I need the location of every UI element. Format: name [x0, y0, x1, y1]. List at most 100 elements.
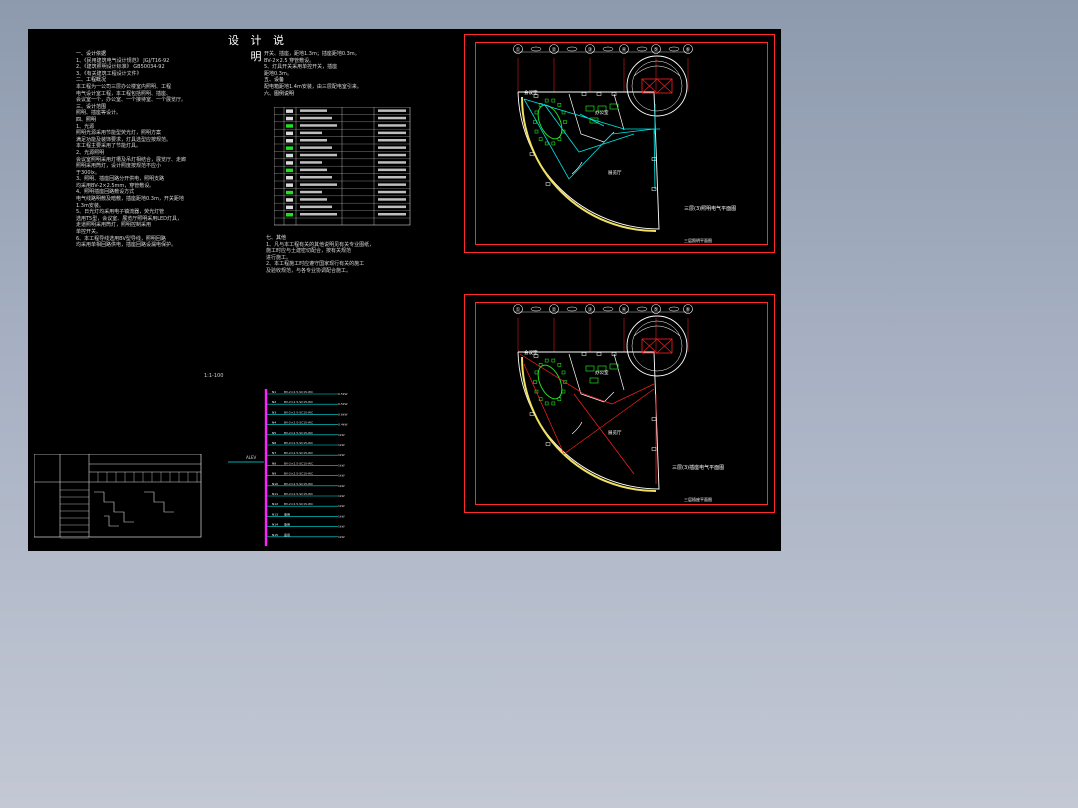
circuit-load: 1kW	[338, 484, 345, 488]
dimension-mark	[636, 46, 648, 52]
legend-symbol	[286, 146, 293, 150]
note-line: 5、灯具开关采用单控开关，插座	[264, 64, 338, 71]
legend-text-bar	[300, 124, 337, 127]
circuit-row: N1 BV-2×2.5-SC15-WC 0.5kW	[267, 390, 348, 396]
stair-core	[641, 78, 673, 94]
fixture	[596, 92, 602, 96]
legend-text-bar	[378, 198, 406, 201]
circuit-desc: BV-2×2.5-SC15-WC	[284, 461, 313, 465]
axis-label: ④	[622, 47, 627, 53]
circuit-id: N7	[272, 451, 276, 455]
fixture	[545, 182, 551, 186]
design-notes-left: 一、设计依据 1、《民用建筑电气设计规范》 JGJ/T16-92 2、《建筑照明设计…	[76, 51, 186, 249]
floor-plan-bottom: ① ② ③ ④ ⑤ ⑥ 会议室展览厅 办公室	[513, 304, 693, 492]
legend-symbol	[286, 168, 293, 173]
circuit-row: N9 BV-2×2.5-SC15-WC 1kW	[267, 472, 345, 478]
note-line: 电气线路明敷及暗敷，插座距地0.3m，开关距地	[76, 196, 184, 203]
note-heading: 七、其他	[266, 235, 287, 241]
dimension-mark	[530, 46, 542, 52]
chair	[534, 370, 539, 375]
chair	[551, 98, 556, 103]
legend-symbol	[286, 153, 293, 158]
note-line: 单控开关。	[76, 229, 102, 236]
scale-note: 1:1-100	[204, 373, 224, 379]
circuit-id: N5	[272, 431, 276, 435]
note-heading: 二、工程概况	[76, 77, 107, 84]
circuit-desc: BV-2×2.5-SC15-WC	[284, 390, 313, 394]
room-label: 会议室	[524, 349, 538, 356]
circuit-id: N15	[272, 533, 278, 537]
note-heading: 五、设备	[264, 77, 285, 84]
circuit-load: 1kW	[338, 474, 345, 478]
circuit-id: N10	[272, 482, 278, 486]
axis-label: ⑤	[654, 47, 658, 53]
legend-symbol	[286, 213, 293, 217]
chair	[561, 389, 566, 394]
legend-symbol	[286, 176, 293, 180]
legend-text-bar	[300, 116, 332, 120]
axis-label: ③	[588, 47, 592, 53]
circuit-load: 0.4kW	[338, 423, 348, 427]
desk	[585, 105, 595, 112]
legend-text-bar	[378, 190, 406, 194]
dimension-mark	[668, 306, 680, 312]
chair	[544, 141, 549, 146]
circuit-id: N11	[272, 492, 278, 496]
room-label: 办公室	[595, 109, 609, 116]
legend-text-bar	[378, 116, 406, 120]
axis-label: ①	[516, 47, 521, 53]
legend-text-bar	[300, 146, 332, 149]
legend-text-bar	[378, 168, 406, 172]
room-label: 会议室	[524, 89, 538, 96]
chair	[534, 129, 539, 134]
circuit-row: N12 BV-2×2.5-SC15-WC 1kW	[267, 502, 345, 508]
panel-label: ALEV	[246, 455, 256, 460]
fixture	[596, 352, 602, 356]
circuit-row: N14 备用 1kW	[267, 522, 345, 529]
note-line: 开关、插座，距地1.3m；插座距地0.3m。	[264, 51, 360, 57]
desk	[589, 377, 599, 384]
circuit-desc: BV-2×2.5-SC15-WC	[284, 400, 313, 404]
legend-text-bar	[300, 153, 337, 157]
circuit-load: 1kW	[338, 433, 345, 437]
legend-text-bar	[378, 183, 406, 186]
chair	[557, 102, 562, 107]
fixture	[581, 92, 587, 96]
legend-symbol	[286, 198, 293, 202]
circuit-desc: BV-2×2.5-SC15-WC	[284, 472, 313, 476]
socket-wiring	[519, 353, 657, 484]
system-table	[34, 454, 202, 539]
circuit-load: 1kW	[338, 453, 345, 457]
note-heading: 四、照明	[76, 116, 97, 123]
circuit-row: N4 BV-2×2.5-SC15-WC 0.4kW	[267, 421, 348, 427]
dimension-mark	[566, 46, 578, 52]
fixture	[651, 157, 657, 161]
circuit-id: N14	[272, 523, 278, 527]
dimension-mark	[602, 306, 614, 312]
building-outline	[517, 91, 660, 230]
legend-text-bar	[300, 198, 327, 201]
chair	[557, 362, 562, 367]
circuit-load: 1kW	[338, 443, 345, 447]
legend-text-bar	[378, 109, 406, 112]
chair	[534, 110, 539, 115]
circuit-load: 1kW	[338, 535, 345, 539]
dimension-mark	[668, 46, 680, 52]
circuit-id: N6	[272, 441, 276, 445]
circuit-load: 0.5kW	[338, 392, 348, 396]
circuit-desc: BV-2×2.5-SC15-WC	[284, 431, 313, 435]
circuit-row: N6 BV-2×2.5-SC15-WC 1kW	[267, 441, 345, 447]
note-heading: 一、设计依据	[76, 51, 107, 57]
room-label: 展览厅	[608, 169, 622, 176]
chair	[538, 137, 543, 142]
legend-text-bar	[378, 139, 406, 142]
note-line: 本工程为一公司三层办公楼室内照明、工程	[76, 83, 172, 90]
circuit-row: N7 BV-2×2.5-SC15-WC 1kW	[267, 451, 345, 457]
legend-symbol	[286, 161, 293, 165]
note-line: 施工时应与土建密切配合，按有关规范	[266, 248, 352, 255]
circuit-id: N12	[272, 502, 278, 506]
axis-label: ②	[552, 307, 557, 313]
note-line: 照明采用筒灯，设计照度按规范不应小	[76, 163, 162, 170]
note-line: 均采用单相回路供电，插座回路设漏电保护。	[76, 242, 177, 249]
chair	[551, 358, 556, 363]
